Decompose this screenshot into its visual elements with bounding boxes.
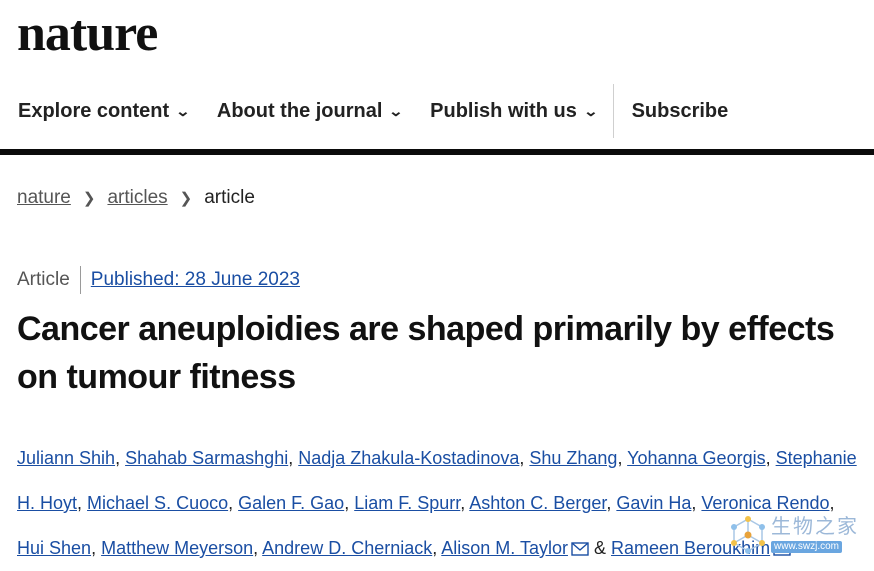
breadcrumb: nature ❯ articles ❯ article — [17, 187, 255, 209]
breadcrumb-link-nature[interactable]: nature — [17, 187, 71, 209]
chevron-right-icon: ❯ — [179, 190, 193, 207]
chevron-down-icon: ⌄ — [583, 102, 599, 119]
nav-label: Explore content — [18, 99, 170, 122]
author-link[interactable]: Shahab Sarmashghi — [125, 448, 288, 468]
nav-publish-with-us[interactable]: Publish with us ⌄ — [412, 78, 606, 144]
author-link[interactable]: Liam F. Spurr — [354, 493, 460, 513]
chevron-right-icon: ❯ — [82, 190, 96, 207]
author-link[interactable]: Michael S. Cuoco — [87, 493, 228, 513]
author-link[interactable]: Juliann Shih — [17, 448, 115, 468]
email-icon[interactable] — [571, 542, 589, 556]
published-date-link[interactable]: Published: 28 June 2023 — [91, 269, 300, 291]
ampersand: & — [593, 538, 606, 558]
breadcrumb-link-articles[interactable]: articles — [107, 187, 167, 209]
article-title: Cancer aneuploidies are shaped primarily… — [17, 310, 835, 396]
meta-divider — [79, 266, 81, 294]
nav-label: About the journal — [216, 99, 383, 122]
nav-explore-content[interactable]: Explore content ⌄ — [0, 78, 199, 144]
breadcrumb-current: article — [204, 187, 255, 208]
main-nav: Explore content ⌄ About the journal ⌄ Pu… — [0, 78, 874, 144]
chevron-down-icon: ⌄ — [388, 102, 404, 119]
author-link[interactable]: Galen F. Gao — [238, 493, 344, 513]
author-link[interactable]: Ashton C. Berger — [469, 493, 606, 513]
watermark: 生物之家 www.swzj.com — [729, 510, 869, 560]
header-rule — [0, 149, 874, 155]
subscribe-link[interactable]: Subscribe — [614, 78, 739, 144]
nav-label: Publish with us — [430, 99, 577, 122]
watermark-url: www.swzj.com — [771, 541, 843, 553]
nature-logo[interactable]: nature — [17, 2, 158, 66]
author-link[interactable]: Andrew D. Cherniack — [262, 538, 432, 558]
author-link[interactable]: Yohanna Georgis — [627, 448, 765, 468]
author-link[interactable]: Alison M. Taylor — [441, 538, 568, 558]
nav-about-journal[interactable]: About the journal ⌄ — [199, 78, 412, 144]
article-type: Article — [17, 269, 70, 290]
author-link[interactable]: Nadja Zhakula-Kostadinova — [298, 448, 519, 468]
author-link[interactable]: Gavin Ha — [616, 493, 691, 513]
watermark-text: 生物之家 www.swzj.com — [771, 517, 859, 553]
article-meta: Article Published: 28 June 2023 — [17, 266, 300, 294]
watermark-cn: 生物之家 — [771, 516, 859, 538]
author-link[interactable]: Hui Shen — [17, 538, 91, 558]
molecule-icon — [731, 516, 765, 554]
chevron-down-icon: ⌄ — [175, 102, 191, 119]
author-link[interactable]: Shu Zhang — [529, 448, 617, 468]
author-link[interactable]: Matthew Meyerson — [101, 538, 253, 558]
